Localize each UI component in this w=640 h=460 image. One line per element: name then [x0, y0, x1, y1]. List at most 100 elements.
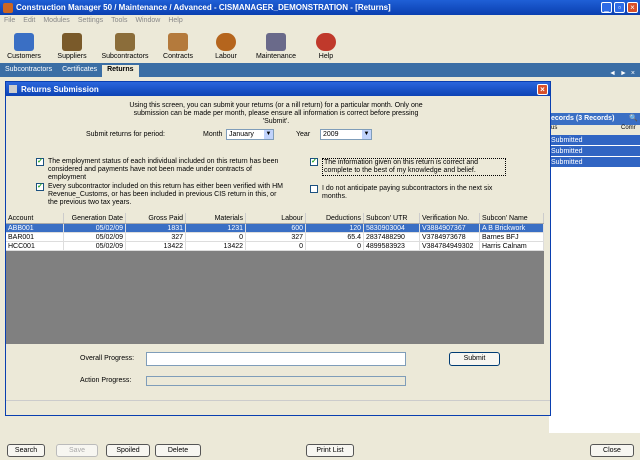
menu-modules[interactable]: Modules [39, 17, 73, 24]
col-utr[interactable]: Subcon' UTR [364, 213, 420, 223]
cell-materials: 0 [186, 233, 246, 241]
minimize-icon[interactable]: _ [601, 2, 612, 13]
col-generation-date[interactable]: Generation Date [64, 213, 126, 223]
cell-gross: 1831 [126, 224, 186, 232]
table-row[interactable]: HCC001 05/02/09 13422 13422 0 0 48995839… [6, 242, 544, 251]
information-correct-check[interactable]: ✓ The information given on this return i… [310, 158, 506, 176]
chevron-down-icon[interactable]: ▼ [264, 130, 273, 139]
close-button[interactable]: Close [590, 444, 634, 457]
tab-certificates[interactable]: Certificates [57, 65, 102, 77]
checkbox[interactable]: ✓ [310, 158, 318, 166]
help-icon [316, 33, 336, 51]
tab-prev-icon[interactable]: ◄ [607, 70, 618, 77]
checkbox[interactable]: ✓ [36, 183, 44, 191]
close-icon[interactable]: × [627, 2, 638, 13]
print-list-button[interactable]: Print List [306, 444, 354, 457]
menu-edit[interactable]: Edit [19, 17, 39, 24]
year-label: Year [296, 131, 311, 138]
toolbar-suppliers-button[interactable]: Suppliers [48, 26, 96, 63]
col-gross-paid[interactable]: Gross Paid [126, 213, 186, 223]
cell-materials: 13422 [186, 242, 246, 250]
menu-window[interactable]: Window [131, 17, 164, 24]
record-row[interactable]: Submitted [549, 146, 640, 157]
checkbox[interactable] [310, 185, 318, 193]
app-icon [3, 2, 13, 13]
col-account[interactable]: Account [6, 213, 64, 223]
cell-gross: 327 [126, 233, 186, 241]
cell-date: 05/02/09 [64, 224, 126, 232]
toolbar-maintenance-button[interactable]: Maintenance [250, 26, 302, 63]
tab-next-icon[interactable]: ► [618, 70, 629, 77]
maintenance-icon [266, 33, 286, 51]
cell-labour: 600 [246, 224, 306, 232]
tab-returns[interactable]: Returns [102, 65, 139, 77]
menu-help[interactable]: Help [164, 17, 186, 24]
table-row[interactable]: BAR001 05/02/09 327 0 327 65.4 283748829… [6, 233, 544, 242]
records-columns: us Comr [549, 125, 640, 135]
cell-materials: 1231 [186, 224, 246, 232]
maximize-icon[interactable]: ▫ [614, 2, 625, 13]
submit-button[interactable]: Submit [449, 352, 500, 366]
col-subcon-name[interactable]: Subcon' Name [480, 213, 544, 223]
cell-account: BAR001 [6, 233, 64, 241]
table-row[interactable]: ABB001 05/02/09 1831 1231 600 120 583090… [6, 224, 544, 233]
save-button[interactable]: Save [56, 444, 98, 457]
menu-bar: File Edit Modules Settings Tools Window … [0, 15, 640, 26]
cell-name: A B Brickwork [480, 224, 544, 232]
status-column-header[interactable]: us [549, 125, 619, 135]
overall-progress-bar [146, 352, 406, 366]
cell-utr: 2837488290 [364, 233, 420, 241]
tab-subcontractors[interactable]: Subcontractors [0, 65, 57, 77]
toolbar-labour-button[interactable]: Labour [202, 26, 250, 63]
checkbox[interactable]: ✓ [36, 158, 44, 166]
cell-date: 05/02/09 [64, 233, 126, 241]
col-materials[interactable]: Materials [186, 213, 246, 223]
month-select[interactable]: January ▼ [226, 129, 274, 140]
records-panel: ecords (3 Records) 🔍 us Comr Submitted S… [549, 113, 640, 433]
cell-account: ABB001 [6, 224, 64, 232]
col-labour[interactable]: Labour [246, 213, 306, 223]
record-row[interactable]: Submitted [549, 157, 640, 168]
col-verification[interactable]: Verification No. [420, 213, 480, 223]
cell-gross: 13422 [126, 242, 186, 250]
year-select[interactable]: 2009 ▼ [320, 129, 372, 140]
cell-labour: 0 [246, 242, 306, 250]
menu-file[interactable]: File [0, 17, 19, 24]
title-bar: Construction Manager 50 / Maintenance / … [0, 0, 640, 15]
menu-settings[interactable]: Settings [74, 17, 107, 24]
toolbar-subcontractors-button[interactable]: Subcontractors [96, 26, 154, 63]
labour-icon [216, 33, 236, 51]
toolbar-help-button[interactable]: Help [302, 26, 350, 63]
toolbar-customers-button[interactable]: Customers [0, 26, 48, 63]
search-icon[interactable]: 🔍 [629, 113, 640, 125]
tab-close-icon[interactable]: × [629, 70, 637, 77]
dialog-close-icon[interactable]: × [537, 83, 548, 95]
search-button[interactable]: Search [7, 444, 45, 457]
intro-text: Using this screen, you can submit your r… [129, 102, 423, 125]
no-payments-check[interactable]: I do not anticipate paying subcontractor… [310, 185, 495, 201]
cell-utr: 4899583923 [364, 242, 420, 250]
month-label: Month [203, 131, 223, 138]
delete-button[interactable]: Delete [155, 444, 201, 457]
suppliers-icon [62, 33, 82, 51]
menu-tools[interactable]: Tools [107, 17, 131, 24]
col-deductions[interactable]: Deductions [306, 213, 364, 223]
record-row[interactable]: Submitted [549, 135, 640, 146]
comment-column-header[interactable]: Comr [619, 125, 636, 135]
cell-labour: 327 [246, 233, 306, 241]
grid-header: Account Generation Date Gross Paid Mater… [6, 213, 544, 224]
dialog-title: Returns Submission [21, 84, 99, 94]
period-label: Submit returns for period: [86, 131, 165, 138]
chevron-down-icon[interactable]: ▼ [362, 130, 371, 139]
cell-deductions: 65.4 [306, 233, 364, 241]
subcontractor-verified-check[interactable]: ✓ Every subcontractor included on this r… [36, 183, 286, 207]
spoiled-button[interactable]: Spoiled [106, 444, 150, 457]
returns-submission-dialog: Returns Submission × Using this screen, … [5, 81, 551, 416]
bottom-bar: Search Save Spoiled Delete Print List Cl… [0, 440, 640, 460]
records-header: ecords (3 Records) 🔍 [549, 113, 640, 125]
cell-verification: V384784949302 [420, 242, 480, 250]
action-progress-bar [146, 376, 406, 386]
toolbar-contracts-button[interactable]: Contracts [154, 26, 202, 63]
employment-status-check[interactable]: ✓ The employment status of each individu… [36, 158, 286, 182]
cell-verification: V3884907367 [420, 224, 480, 232]
